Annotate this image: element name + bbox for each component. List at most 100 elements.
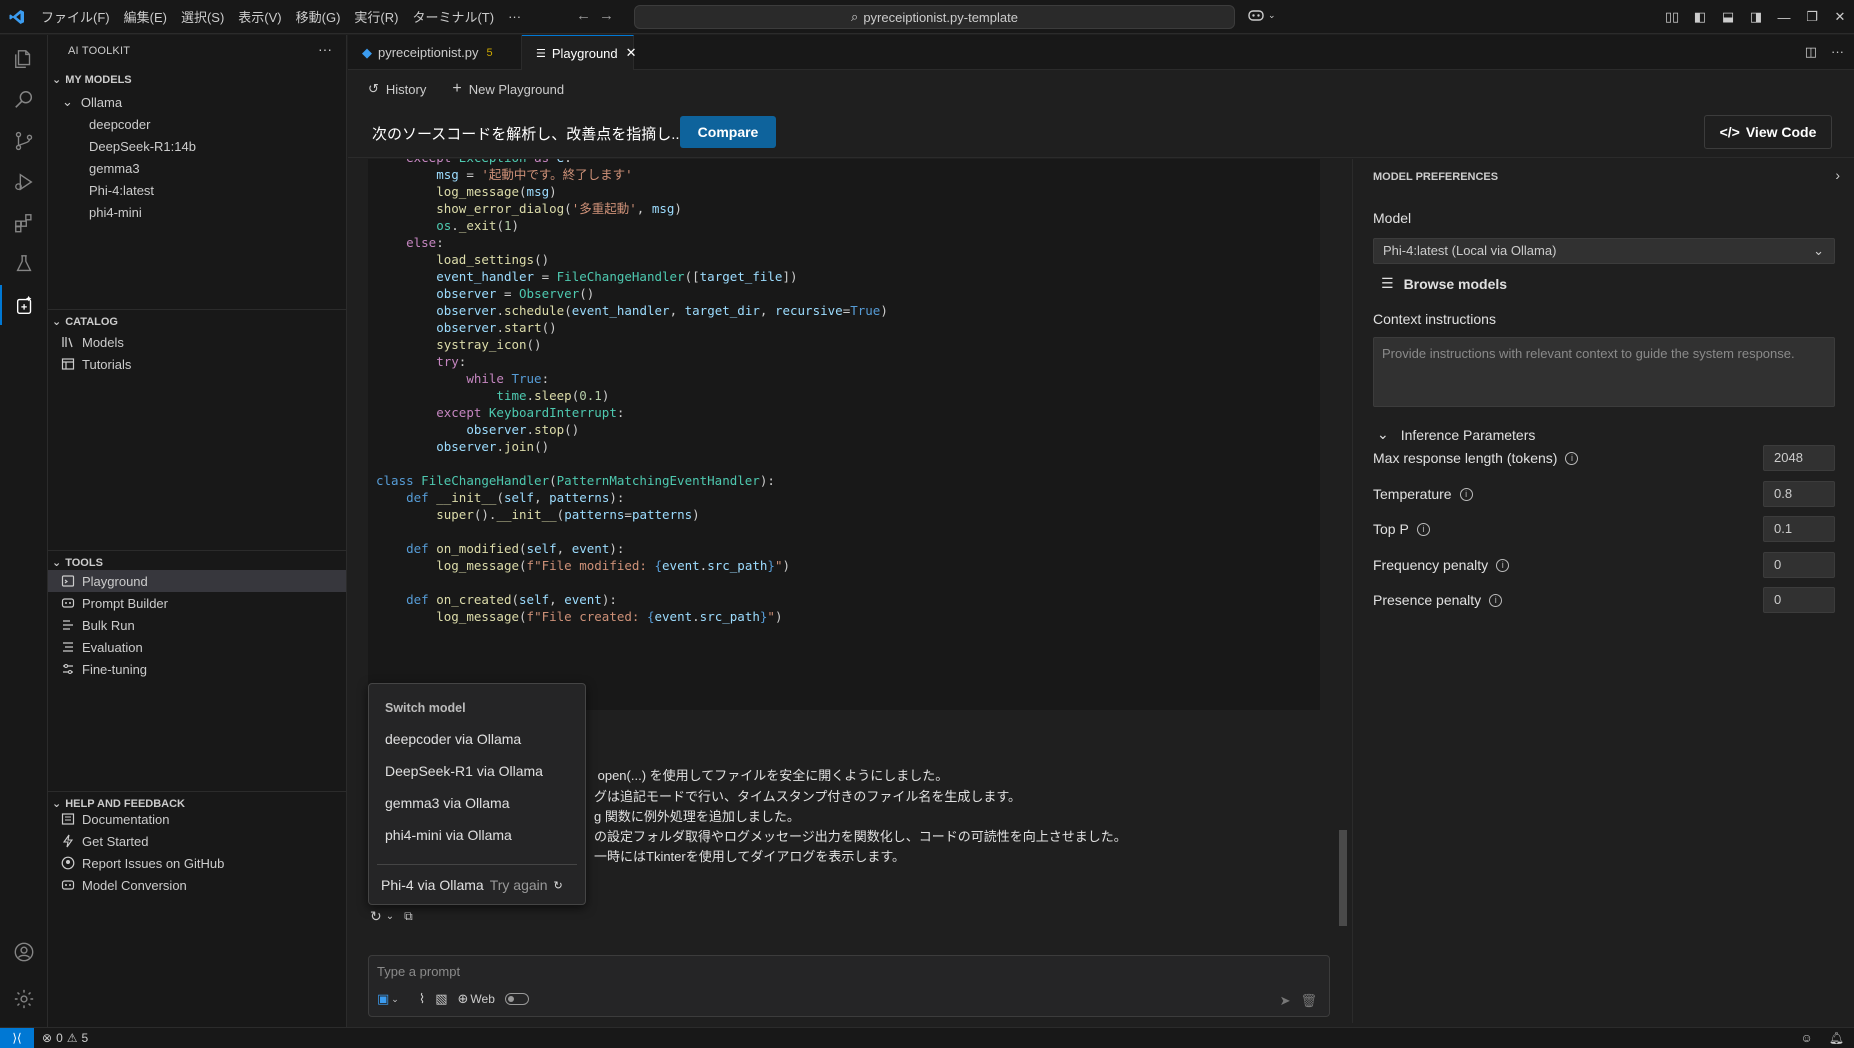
help-item-documentation[interactable]: Documentation xyxy=(48,808,346,830)
command-center-search[interactable]: ⌕ pyreceiptionist.py-template xyxy=(634,5,1235,29)
tool-item-prompt-builder[interactable]: Prompt Builder xyxy=(48,592,346,614)
sidebar: AI TOOLKIT ··· ⌄ MY MODELS ⌄ Ollama deep… xyxy=(48,35,347,1027)
minimize-icon[interactable]: — xyxy=(1770,10,1798,25)
view-code-button[interactable]: </> View Code xyxy=(1704,115,1832,149)
switch-option-phi4-mini[interactable]: phi4-mini via Ollama xyxy=(385,827,512,843)
model-item-deepcoder[interactable]: deepcoder xyxy=(48,113,346,135)
try-again-option[interactable]: Phi-4 via Ollama Try again ↻ xyxy=(381,877,563,893)
ai-toolkit-icon[interactable] xyxy=(0,285,48,325)
compare-button[interactable]: Compare xyxy=(680,116,776,148)
tool-item-playground[interactable]: Playground xyxy=(48,570,346,592)
param-value-input[interactable]: 0 xyxy=(1763,587,1835,613)
param-value-input[interactable]: 0.1 xyxy=(1763,516,1835,542)
param-value-input[interactable]: 0 xyxy=(1763,552,1835,578)
tree-item-ollama[interactable]: ⌄ Ollama xyxy=(48,91,346,113)
explorer-icon[interactable] xyxy=(0,39,48,79)
split-editor-icon[interactable]: ◫ xyxy=(1805,44,1817,60)
menu-selection[interactable]: 選択(S) xyxy=(174,0,231,34)
tools-icon[interactable]: ▣ xyxy=(377,991,389,1007)
toggle-secondary-sidebar-icon[interactable]: ◨ xyxy=(1742,9,1770,25)
problems-indicator[interactable]: ⊗ 0 ⚠ 5 xyxy=(42,1031,88,1045)
chevron-down-icon: ⌄ xyxy=(1377,426,1389,442)
menu-edit[interactable]: 編集(E) xyxy=(117,0,174,34)
editor-tab-bar: ◆ pyreceiptionist.py 5 ☰ Playground ✕ ◫ … xyxy=(348,35,1854,70)
copilot-status-icon[interactable]: ☺ xyxy=(1801,1031,1813,1045)
model-item-deepseek[interactable]: DeepSeek-R1:14b xyxy=(48,135,346,157)
trash-icon[interactable]: 🗑 xyxy=(1300,993,1317,1009)
context-instructions-field[interactable]: Provide instructions with relevant conte… xyxy=(1373,337,1835,407)
info-icon[interactable]: i xyxy=(1496,558,1510,572)
more-actions-icon[interactable]: ··· xyxy=(318,41,332,57)
run-debug-icon[interactable] xyxy=(0,162,48,202)
chevron-right-icon[interactable]: › xyxy=(1835,167,1840,183)
menu-go[interactable]: 移動(G) xyxy=(289,0,348,34)
code-block[interactable]: except Exception as e: msg = '起動中です。終了しま… xyxy=(368,159,1320,710)
chevron-down-icon[interactable]: ⌄ xyxy=(391,994,399,1005)
switch-option-gemma3[interactable]: gemma3 via Ollama xyxy=(385,795,510,811)
help-item-get-started[interactable]: Get Started xyxy=(48,830,346,852)
prompt-input-box[interactable]: Type a prompt ▣ ⌄ ⌇ ▧ ⊕ Web ➤ 🗑 xyxy=(368,955,1330,1017)
send-icon[interactable]: ➤ xyxy=(1280,993,1291,1009)
testing-flask-icon[interactable] xyxy=(0,244,48,284)
tab-playground[interactable]: ☰ Playground ✕ xyxy=(522,35,637,70)
restore-icon[interactable]: ❐ xyxy=(1798,9,1826,25)
help-item-model-conversion[interactable]: Model Conversion xyxy=(48,874,346,896)
search-view-icon[interactable] xyxy=(0,80,48,120)
model-item-phi4-mini[interactable]: phi4-mini xyxy=(48,201,346,223)
tab-close-icon[interactable]: ✕ xyxy=(626,45,637,61)
tab-pyreceiptionist[interactable]: ◆ pyreceiptionist.py 5 xyxy=(348,35,522,70)
help-item-report-issues[interactable]: Report Issues on GitHub xyxy=(48,852,346,874)
model-select[interactable]: Phi-4:latest (Local via Ollama) ⌄ xyxy=(1373,238,1835,264)
switch-option-deepseek[interactable]: DeepSeek-R1 via Ollama xyxy=(385,763,543,779)
model-item-phi4[interactable]: Phi-4:latest xyxy=(48,179,346,201)
tool-item-fine-tuning[interactable]: Fine-tuning xyxy=(48,658,346,680)
history-button[interactable]: ↺ History xyxy=(368,81,426,97)
inference-parameters-toggle[interactable]: ⌄ Inference Parameters xyxy=(1377,426,1535,443)
chevron-down-icon[interactable]: ⌄ xyxy=(386,911,394,922)
extensions-icon[interactable] xyxy=(0,203,48,243)
tool-item-bulk-run[interactable]: Bulk Run xyxy=(48,614,346,636)
menu-more[interactable]: ··· xyxy=(501,0,528,34)
info-icon[interactable]: i xyxy=(1416,522,1430,536)
notifications-bell-icon[interactable]: 🔔︎ xyxy=(1829,1031,1844,1045)
section-tools[interactable]: ⌄ TOOLS xyxy=(52,556,103,570)
catalog-item-tutorials[interactable]: Tutorials xyxy=(48,353,346,375)
layout-icon[interactable]: ▯▯ xyxy=(1658,9,1686,25)
chat-scrollbar[interactable] xyxy=(1339,830,1347,926)
browse-models-button[interactable]: ☰ Browse models xyxy=(1381,275,1507,292)
menu-view[interactable]: 表示(V) xyxy=(231,0,288,34)
param-value-input[interactable]: 2048 xyxy=(1763,445,1835,471)
back-arrow-icon[interactable]: ← xyxy=(576,7,591,24)
forward-arrow-icon[interactable]: → xyxy=(599,7,614,24)
info-icon[interactable]: i xyxy=(1565,451,1579,465)
close-icon[interactable]: ✕ xyxy=(1826,9,1854,25)
new-playground-button[interactable]: + New Playground xyxy=(452,80,564,98)
model-item-gemma3[interactable]: gemma3 xyxy=(48,157,346,179)
accounts-icon[interactable] xyxy=(0,932,48,972)
chevron-down-icon[interactable]: ⌄ xyxy=(1268,10,1276,21)
info-icon[interactable]: i xyxy=(1489,593,1503,607)
section-my-models[interactable]: ⌄ MY MODELS xyxy=(52,73,132,87)
prompt-input[interactable]: Type a prompt xyxy=(377,964,460,979)
catalog-item-models[interactable]: Models xyxy=(48,331,346,353)
switch-option-deepcoder[interactable]: deepcoder via Ollama xyxy=(385,731,521,747)
source-control-icon[interactable] xyxy=(0,121,48,161)
toggle-sidebar-icon[interactable]: ◧ xyxy=(1686,9,1714,25)
more-actions-icon[interactable]: ··· xyxy=(1831,44,1844,60)
menu-run[interactable]: 実行(R) xyxy=(347,0,405,34)
remote-indicator-icon[interactable]: ⟩⟨ xyxy=(0,1027,34,1048)
web-toggle[interactable] xyxy=(504,993,529,1005)
info-icon[interactable]: i xyxy=(1459,487,1473,501)
copy-icon[interactable]: ⧉ xyxy=(404,909,413,924)
param-value-input[interactable]: 0.8 xyxy=(1763,481,1835,507)
retry-icon[interactable]: ↻ xyxy=(370,908,382,925)
attach-icon[interactable]: ⌇ xyxy=(419,991,425,1007)
copilot-icon[interactable] xyxy=(1248,8,1264,22)
settings-gear-icon[interactable] xyxy=(0,979,48,1019)
image-icon[interactable]: ▧ xyxy=(435,991,447,1007)
tool-item-evaluation[interactable]: Evaluation xyxy=(48,636,346,658)
section-catalog[interactable]: ⌄ CATALOG xyxy=(52,315,118,329)
menu-file[interactable]: ファイル(F) xyxy=(34,0,117,34)
toggle-panel-icon[interactable]: ⬓ xyxy=(1714,9,1742,25)
menu-terminal[interactable]: ターミナル(T) xyxy=(405,0,501,34)
